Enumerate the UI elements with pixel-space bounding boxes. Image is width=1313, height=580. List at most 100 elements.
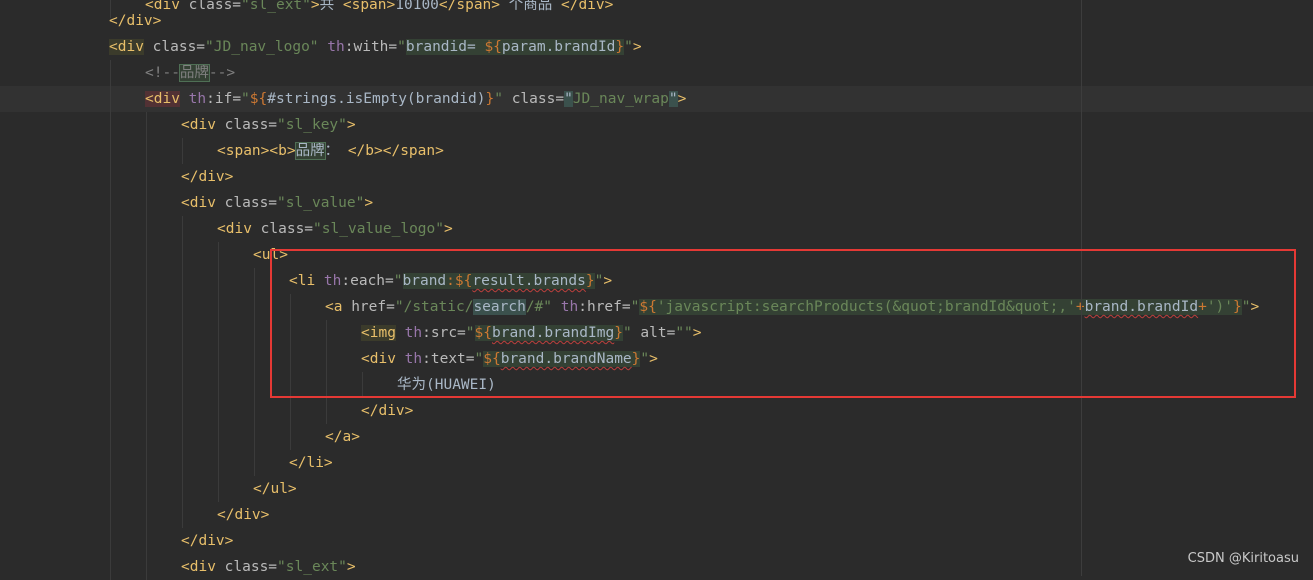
indent-guide [146, 242, 147, 268]
code-line[interactable]: </div> [0, 8, 1313, 34]
code-token: class= [260, 221, 314, 237]
code-line[interactable]: <div th:text="${brand.brandName}"> [0, 346, 1313, 372]
code-token: ${ [474, 325, 492, 341]
code-token: ${ [484, 39, 502, 55]
code-token: " [393, 273, 403, 289]
code-text: <span><b>品牌： </b></span> [217, 138, 444, 164]
code-token: > [677, 91, 687, 107]
code-line[interactable]: <div class="sl_ext"> [0, 554, 1313, 580]
indent-guide [146, 320, 147, 346]
indent-guide [146, 502, 147, 528]
code-line[interactable]: </div> [0, 164, 1313, 190]
indent-guide [146, 528, 147, 554]
code-line[interactable]: </ul> [0, 476, 1313, 502]
code-line[interactable]: <a href="/static/search/#" th:href= " ${'j… [0, 294, 1313, 320]
code-token: > [346, 117, 356, 133]
code-line[interactable]: 华为(HUAWEI) [0, 372, 1313, 398]
code-token: } [615, 39, 625, 55]
code-token: <div [109, 39, 144, 55]
code-line[interactable]: </div> [0, 398, 1313, 424]
indent-guide [326, 346, 327, 372]
code-token: > [649, 351, 658, 367]
code-token: > [444, 221, 453, 237]
code-token: :text= [422, 351, 475, 367]
indent-guide [110, 86, 111, 112]
indent-guide [146, 424, 147, 450]
code-text: <div class="sl_value"> [181, 190, 373, 216]
code-editor[interactable]: <div class="sl_ext">共 <span>10100</span>… [0, 0, 1313, 580]
code-token: ${ [639, 299, 657, 315]
code-token: "sl_value_logo" [313, 221, 444, 237]
code-token: 品牌 [294, 142, 326, 160]
code-token: :src= [422, 325, 466, 341]
code-line[interactable]: </li> [0, 450, 1313, 476]
code-token: } [585, 273, 595, 289]
indent-guide [182, 138, 183, 164]
indent-guide [362, 372, 363, 398]
code-line[interactable]: <div class="sl_value_logo"> [0, 216, 1313, 242]
indent-guide [182, 242, 183, 268]
code-text: <div th:text="${brand.brandName}"> [361, 346, 658, 372]
indent-guide [182, 424, 183, 450]
code-token: JD_nav_wrap [572, 91, 669, 107]
indent-guide [326, 320, 327, 346]
code-token: > [632, 39, 642, 55]
code-token: <div [181, 195, 225, 211]
indent-guide [110, 164, 111, 190]
code-text: <div th:if="${#strings.isEmpty(brandid)}… [145, 86, 686, 112]
right-margin-guide [1081, 0, 1082, 576]
code-text: <li th:each="brand:${result.brands}"> [289, 268, 612, 294]
code-token: :with= [344, 39, 398, 55]
code-line[interactable]: <div class="sl_key"> [0, 112, 1313, 138]
indent-guide [146, 346, 147, 372]
code-token: brand.brandImg [491, 325, 615, 341]
code-line[interactable]: <ul> [0, 242, 1313, 268]
code-token: ${ [454, 273, 473, 289]
code-text: </a> [325, 424, 360, 450]
indent-guide [146, 372, 147, 398]
code-token: </li> [289, 455, 333, 471]
code-token: </div> [217, 507, 270, 523]
code-token: </b></span> [347, 143, 444, 159]
code-token: 'javascript:searchProducts(&quot;brandId… [656, 299, 1076, 315]
code-token: <a [325, 299, 352, 315]
code-token: " [474, 351, 484, 367]
code-line[interactable]: </div> [0, 528, 1313, 554]
code-token: " [564, 91, 573, 107]
code-token: class= [502, 91, 565, 107]
indent-guide [218, 242, 219, 268]
code-line[interactable]: <li th:each="brand:${result.brands}"> [0, 268, 1313, 294]
code-line[interactable]: <div class="sl_value"> [0, 190, 1313, 216]
code-token: th [323, 273, 342, 289]
indent-guide [290, 372, 291, 398]
code-token: <ul> [253, 247, 288, 263]
indent-guide [218, 294, 219, 320]
indent-guide [326, 398, 327, 424]
code-line[interactable]: <div th:if="${#strings.isEmpty(brandid)}… [0, 86, 1313, 112]
code-token: :if= [206, 91, 242, 107]
code-line[interactable]: </a> [0, 424, 1313, 450]
indent-guide [146, 450, 147, 476]
code-token: brand.brandId [1084, 299, 1199, 315]
indent-guide [254, 268, 255, 294]
code-line[interactable]: <div class="JD_nav_logo" th:with="brandi… [0, 34, 1313, 60]
code-token: brand [402, 273, 447, 289]
indent-guide [110, 112, 111, 138]
code-token: --> [208, 65, 236, 81]
code-token: result.brands [472, 273, 586, 289]
code-line[interactable]: <span><b>品牌： </b></span> [0, 138, 1313, 164]
code-token: > [603, 273, 613, 289]
code-line[interactable]: <!--品牌--> [0, 60, 1313, 86]
indent-guide [110, 476, 111, 502]
code-text: </li> [289, 450, 333, 476]
code-token: :each= [341, 273, 394, 289]
code-token: class= [224, 559, 278, 575]
code-token: brandid= [405, 39, 485, 55]
code-text: <a href="/static/search/#" th:href= " ${'j… [325, 294, 1259, 320]
code-token: " [494, 91, 503, 107]
code-line[interactable]: <img th:src="${brand.brandImg}" alt=""> [0, 320, 1313, 346]
indent-guide [110, 424, 111, 450]
code-line[interactable]: </div> [0, 502, 1313, 528]
indent-guide [218, 372, 219, 398]
